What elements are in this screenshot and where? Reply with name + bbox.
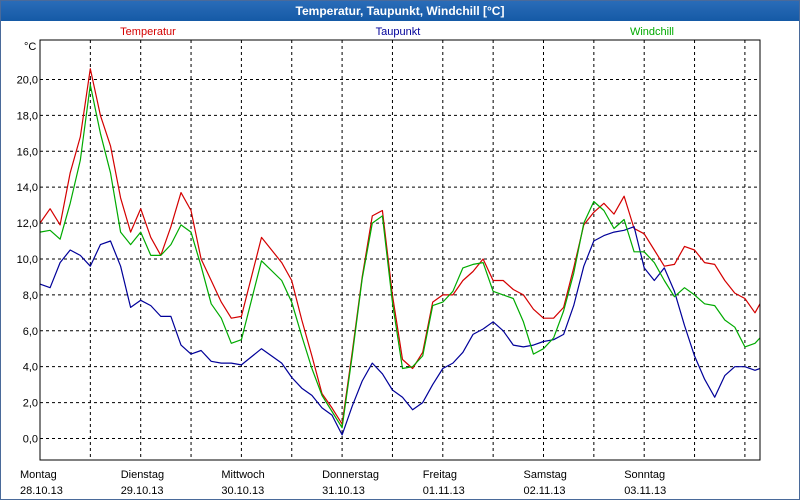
y-tick-label: 8,0 (23, 290, 38, 302)
x-tick-day: Sonntag (624, 469, 665, 481)
y-tick-label: 4,0 (23, 362, 38, 374)
y-tick-label: 6,0 (23, 326, 38, 338)
x-tick-date: 30.10.13 (221, 485, 264, 497)
x-tick-day: Montag (20, 469, 57, 481)
x-tick-date: 03.11.13 (624, 485, 666, 497)
x-tick-day: Freitag (423, 469, 457, 481)
y-tick-label: 18,0 (17, 110, 38, 122)
x-tick-label: Donnerstag 31.10.13 (322, 469, 379, 497)
y-tick-label: 16,0 (17, 146, 38, 158)
x-tick-date: 31.10.13 (322, 485, 365, 497)
x-tick-day: Samstag (523, 469, 566, 481)
y-tick-label: 10,0 (17, 254, 38, 266)
x-tick-label: Samstag 02.11.13 (523, 469, 566, 497)
y-tick-label: 14,0 (17, 182, 38, 194)
x-tick-day: Dienstag (121, 469, 164, 481)
y-tick-label: 2,0 (23, 398, 38, 410)
x-tick-label: Dienstag 29.10.13 (121, 469, 164, 497)
line-chart: 0,0 2,0 4,0 6,0 8,0 10,0 12,0 14,0 16,0 18,0 20,0 M… (17, 26, 761, 497)
x-tick-date: 28.10.13 (20, 485, 63, 497)
x-tick-label: Freitag 01.11.13 (423, 469, 465, 497)
x-tick-day: Donnerstag (322, 469, 379, 481)
x-tick-label: Mittwoch 30.10.13 (221, 469, 264, 497)
x-tick-label: Montag 28.10.13 (20, 469, 63, 497)
y-axis-unit-label: °C (24, 41, 36, 53)
y-tick-label: 20,0 (17, 74, 38, 86)
legend-temperatur: Temperatur (120, 26, 176, 38)
x-tick-day: Mittwoch (221, 469, 264, 481)
y-tick-label: 12,0 (17, 218, 38, 230)
x-tick-date: 01.11.13 (423, 485, 465, 497)
y-tick-label: 0,0 (23, 433, 38, 445)
x-tick-label: Sonntag 03.11.13 (624, 469, 666, 497)
legend-windchill: Windchill (630, 26, 674, 38)
x-tick-date: 02.11.13 (523, 485, 565, 497)
legend-taupunkt: Taupunkt (376, 26, 421, 38)
x-tick-date: 29.10.13 (121, 485, 164, 497)
